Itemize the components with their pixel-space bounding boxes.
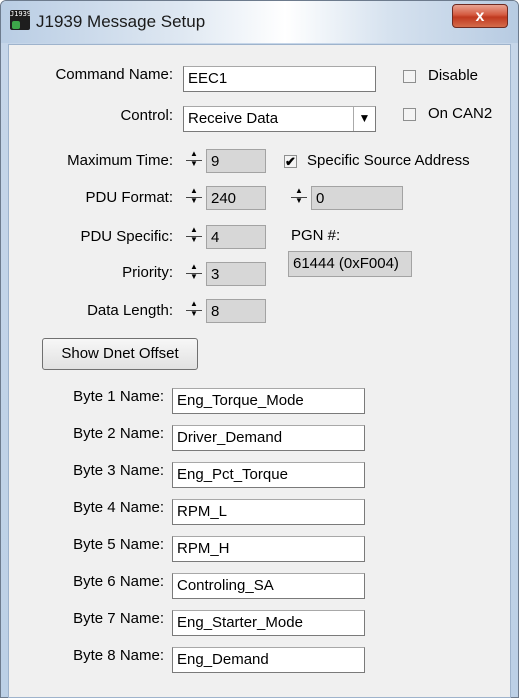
app-j1939-icon: J1939 (10, 10, 30, 30)
byte-7-label: Byte 7 Name: (73, 610, 164, 627)
close-button[interactable]: x (452, 4, 508, 28)
disable-checkbox[interactable] (403, 70, 416, 83)
data-length-label: Data Length: (87, 302, 173, 319)
chevron-down-icon[interactable]: ▼ (353, 107, 375, 131)
command-name-label: Command Name: (55, 66, 173, 83)
max-time-field[interactable]: 9 (206, 149, 266, 173)
on-can2-checkbox[interactable] (403, 108, 416, 121)
pdu-format-spinner[interactable]: ▲ ▼ (184, 187, 204, 207)
source-address-field[interactable]: 0 (311, 186, 403, 210)
data-length-spinner[interactable]: ▲ ▼ (184, 300, 204, 320)
specific-source-label: Specific Source Address (307, 152, 470, 169)
pgn-label: PGN #: (291, 227, 341, 244)
byte-4-name-field[interactable]: RPM_L (172, 499, 365, 525)
pdu-specific-field[interactable]: 4 (206, 225, 266, 249)
priority-label: Priority: (122, 264, 173, 281)
pdu-specific-label: PDU Specific: (80, 228, 173, 245)
byte-1-name-field[interactable]: Eng_Torque_Mode (172, 388, 365, 414)
byte-8-label: Byte 8 Name: (73, 647, 164, 664)
priority-spinner[interactable]: ▲ ▼ (184, 263, 204, 283)
byte-2-name-field[interactable]: Driver_Demand (172, 425, 365, 451)
data-length-field[interactable]: 8 (206, 299, 266, 323)
control-label: Control: (120, 107, 173, 124)
control-select-value: Receive Data (188, 110, 279, 127)
byte-1-label: Byte 1 Name: (73, 388, 164, 405)
disable-label: Disable (428, 67, 479, 84)
max-time-label: Maximum Time: (67, 152, 173, 169)
byte-7-name-field[interactable]: Eng_Starter_Mode (172, 610, 365, 636)
byte-5-label: Byte 5 Name: (73, 536, 164, 553)
byte-6-name-field[interactable]: Controling_SA (172, 573, 365, 599)
specific-source-checkbox[interactable]: ✔ (284, 155, 297, 168)
window-title: J1939 Message Setup (36, 12, 206, 31)
dialog-client-area (8, 44, 511, 698)
byte-4-label: Byte 4 Name: (73, 499, 164, 516)
byte-8-name-field[interactable]: Eng_Demand (172, 647, 365, 673)
byte-5-name-field[interactable]: RPM_H (172, 536, 365, 562)
byte-2-label: Byte 2 Name: (73, 425, 164, 442)
byte-6-label: Byte 6 Name: (73, 573, 164, 590)
pdu-format-label: PDU Format: (85, 189, 173, 206)
pdu-format-field[interactable]: 240 (206, 186, 266, 210)
byte-3-name-field[interactable]: Eng_Pct_Torque (172, 462, 365, 488)
show-dnet-offset-button[interactable]: Show Dnet Offset (42, 338, 198, 370)
command-name-field[interactable]: EEC1 (183, 66, 376, 92)
priority-field[interactable]: 3 (206, 262, 266, 286)
max-time-spinner[interactable]: ▲ ▼ (184, 150, 204, 170)
byte-3-label: Byte 3 Name: (73, 462, 164, 479)
pdu-specific-spinner[interactable]: ▲ ▼ (184, 226, 204, 246)
control-select[interactable]: Receive Data (183, 106, 376, 132)
pgn-field: 61444 (0xF004) (288, 251, 412, 277)
source-address-spinner[interactable]: ▲ ▼ (289, 187, 309, 207)
on-can2-label: On CAN2 (428, 105, 493, 122)
